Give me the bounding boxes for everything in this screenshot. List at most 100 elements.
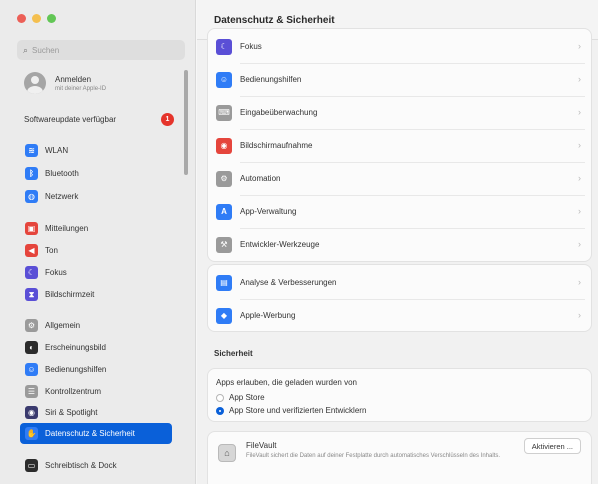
radio-button[interactable]: [216, 393, 224, 402]
main-panel: Datenschutz & Sicherheit ☾ Fokus › ☺ Bedienu…: [197, 0, 598, 484]
filevault-title: FileVault: [246, 441, 277, 450]
row-label: Automation: [240, 174, 281, 183]
filevault-activate-button[interactable]: Aktivieren ...: [523, 438, 581, 454]
row-label: Entwickler-Werkzeuge: [240, 240, 320, 249]
radio-app-store[interactable]: App Store: [216, 393, 265, 402]
automation-icon: ⚙: [216, 170, 232, 187]
sidebar-item-accessibility[interactable]: ☺ Bedienungshilfen: [20, 359, 172, 380]
page-title: Datenschutz & Sicherheit: [214, 15, 335, 26]
wifi-icon: ≋: [25, 144, 38, 157]
allow-apps-card: Apps erlauben, die geladen wurden von Ap…: [207, 368, 592, 422]
sidebar-item-focus[interactable]: ☾ Fokus: [20, 262, 172, 283]
allow-apps-label: Apps erlauben, die geladen wurden von: [216, 378, 357, 387]
chevron-right-icon: ›: [578, 310, 581, 320]
dock-icon: ▭: [25, 459, 38, 472]
settings-window: ⌕ Anmelden mit deiner Apple-ID Softwareu…: [0, 0, 598, 484]
software-update-label: Softwareupdate verfügbar: [24, 115, 117, 124]
sidebar-item-appearance[interactable]: ◐ Erscheinungsbild: [20, 337, 172, 358]
focus-icon: ☾: [216, 38, 232, 55]
sidebar-item-hand[interactable]: ✋ Datenschutz & Sicherheit: [20, 423, 172, 444]
screen-time-icon: ⧗: [25, 288, 38, 301]
gear-icon: ⚙: [25, 319, 38, 332]
chevron-right-icon: ›: [578, 239, 581, 249]
radio-label: App Store und verifizierten Entwicklern: [229, 406, 367, 415]
sidebar-item-label: Ton: [45, 246, 58, 255]
security-section-title: Sicherheit: [214, 349, 253, 358]
screen-recording-icon: ◉: [216, 137, 232, 154]
sidebar-item-dock[interactable]: ▭ Schreibtisch & Dock: [20, 455, 172, 476]
search-input[interactable]: [32, 45, 173, 55]
radio-app-store-verified[interactable]: App Store und verifizierten Entwicklern: [216, 406, 366, 415]
sidebar-item-label: Erscheinungsbild: [45, 343, 106, 352]
filevault-icon: ⌂: [218, 444, 236, 462]
sidebar-item-wifi[interactable]: ≋ WLAN: [20, 140, 172, 161]
filevault-card: ⌂ FileVault FileVault sichert die Daten …: [207, 431, 592, 484]
sidebar-item-label: WLAN: [45, 146, 69, 155]
sidebar-item-sound[interactable]: ◀ Ton: [20, 240, 172, 261]
apple-id-signin[interactable]: Anmelden mit deiner Apple-ID: [24, 72, 106, 94]
chevron-right-icon: ›: [578, 107, 581, 117]
close-window-button[interactable]: [17, 14, 26, 23]
sidebar-item-gear[interactable]: ⚙ Allgemein: [20, 315, 172, 336]
privacy-row-analytics[interactable]: ▤ Analyse & Verbesserungen ›: [208, 266, 593, 299]
avatar: [24, 72, 46, 94]
chevron-right-icon: ›: [578, 74, 581, 84]
sidebar-item-label: Schreibtisch & Dock: [45, 461, 117, 470]
row-label: Bedienungshilfen: [240, 75, 302, 84]
row-label: Eingabeüberwachung: [240, 108, 318, 117]
sidebar-item-notifications[interactable]: ▣ Mitteilungen: [20, 218, 172, 239]
privacy-row-developer-tools[interactable]: ⚒ Entwickler-Werkzeuge ›: [208, 228, 593, 261]
sound-icon: ◀: [25, 244, 38, 257]
appearance-icon: ◐: [25, 341, 38, 354]
bluetooth-icon: ᛒ: [25, 167, 38, 180]
privacy-row-screen-recording[interactable]: ◉ Bildschirmaufnahme ›: [208, 129, 593, 162]
accessibility-icon: ☺: [216, 71, 232, 88]
row-label: Fokus: [240, 42, 262, 51]
sidebar-scrollbar[interactable]: [184, 70, 188, 175]
sidebar-item-network[interactable]: ◍ Netzwerk: [20, 186, 172, 207]
sidebar-item-label: Bildschirmzeit: [45, 290, 95, 299]
account-subtitle: mit deiner Apple-ID: [55, 85, 107, 92]
zoom-window-button[interactable]: [47, 14, 56, 23]
notifications-icon: ▣: [25, 222, 38, 235]
privacy-row-focus[interactable]: ☾ Fokus ›: [208, 30, 593, 63]
minimize-window-button[interactable]: [32, 14, 41, 23]
software-update-item[interactable]: Softwareupdate verfügbar 1: [24, 113, 174, 126]
radio-button[interactable]: [216, 406, 224, 415]
keyboard-icon: ⌨: [216, 104, 232, 121]
privacy-row-accessibility[interactable]: ☺ Bedienungshilfen ›: [208, 63, 593, 96]
control-center-icon: ☰: [25, 385, 38, 398]
sidebar-item-control-center[interactable]: ☰ Kontrollzentrum: [20, 381, 172, 402]
filevault-description: FileVault sichert die Daten auf deiner F…: [246, 453, 501, 459]
row-label: App-Verwaltung: [240, 207, 297, 216]
radio-label: App Store: [229, 393, 265, 402]
row-label: Bildschirmaufnahme: [240, 141, 313, 150]
sidebar-item-label: Mitteilungen: [45, 224, 89, 233]
siri-icon: ◉: [25, 406, 38, 419]
chevron-right-icon: ›: [578, 41, 581, 51]
row-label: Apple-Werbung: [240, 311, 296, 320]
accessibility-icon: ☺: [25, 363, 38, 376]
sidebar-item-label: Bluetooth: [45, 169, 79, 178]
privacy-row-keyboard[interactable]: ⌨ Eingabeüberwachung ›: [208, 96, 593, 129]
chevron-right-icon: ›: [578, 173, 581, 183]
account-name: Anmelden: [55, 74, 92, 84]
privacy-row-app-store[interactable]: A App-Verwaltung ›: [208, 195, 593, 228]
sidebar-item-bluetooth[interactable]: ᛒ Bluetooth: [20, 163, 172, 184]
chevron-right-icon: ›: [578, 206, 581, 216]
search-field[interactable]: ⌕: [17, 40, 185, 60]
row-label: Analyse & Verbesserungen: [240, 278, 337, 287]
analytics-list-card: ▤ Analyse & Verbesserungen › ◆ Apple-Werbung…: [207, 264, 592, 332]
sidebar-item-siri[interactable]: ◉ Siri & Spotlight: [20, 402, 172, 423]
sidebar-item-screen-time[interactable]: ⧗ Bildschirmzeit: [20, 284, 172, 305]
analytics-icon: ▤: [216, 274, 232, 291]
sidebar-item-label: Bedienungshilfen: [45, 365, 107, 374]
hand-icon: ✋: [25, 427, 38, 440]
sidebar-item-label: Kontrollzentrum: [45, 387, 102, 396]
sidebar-item-label: Fokus: [45, 268, 67, 277]
chevron-right-icon: ›: [578, 277, 581, 287]
app-store-icon: A: [216, 203, 232, 220]
privacy-row-automation[interactable]: ⚙ Automation ›: [208, 162, 593, 195]
privacy-row-advertising[interactable]: ◆ Apple-Werbung ›: [208, 299, 593, 332]
developer-tools-icon: ⚒: [216, 236, 232, 253]
